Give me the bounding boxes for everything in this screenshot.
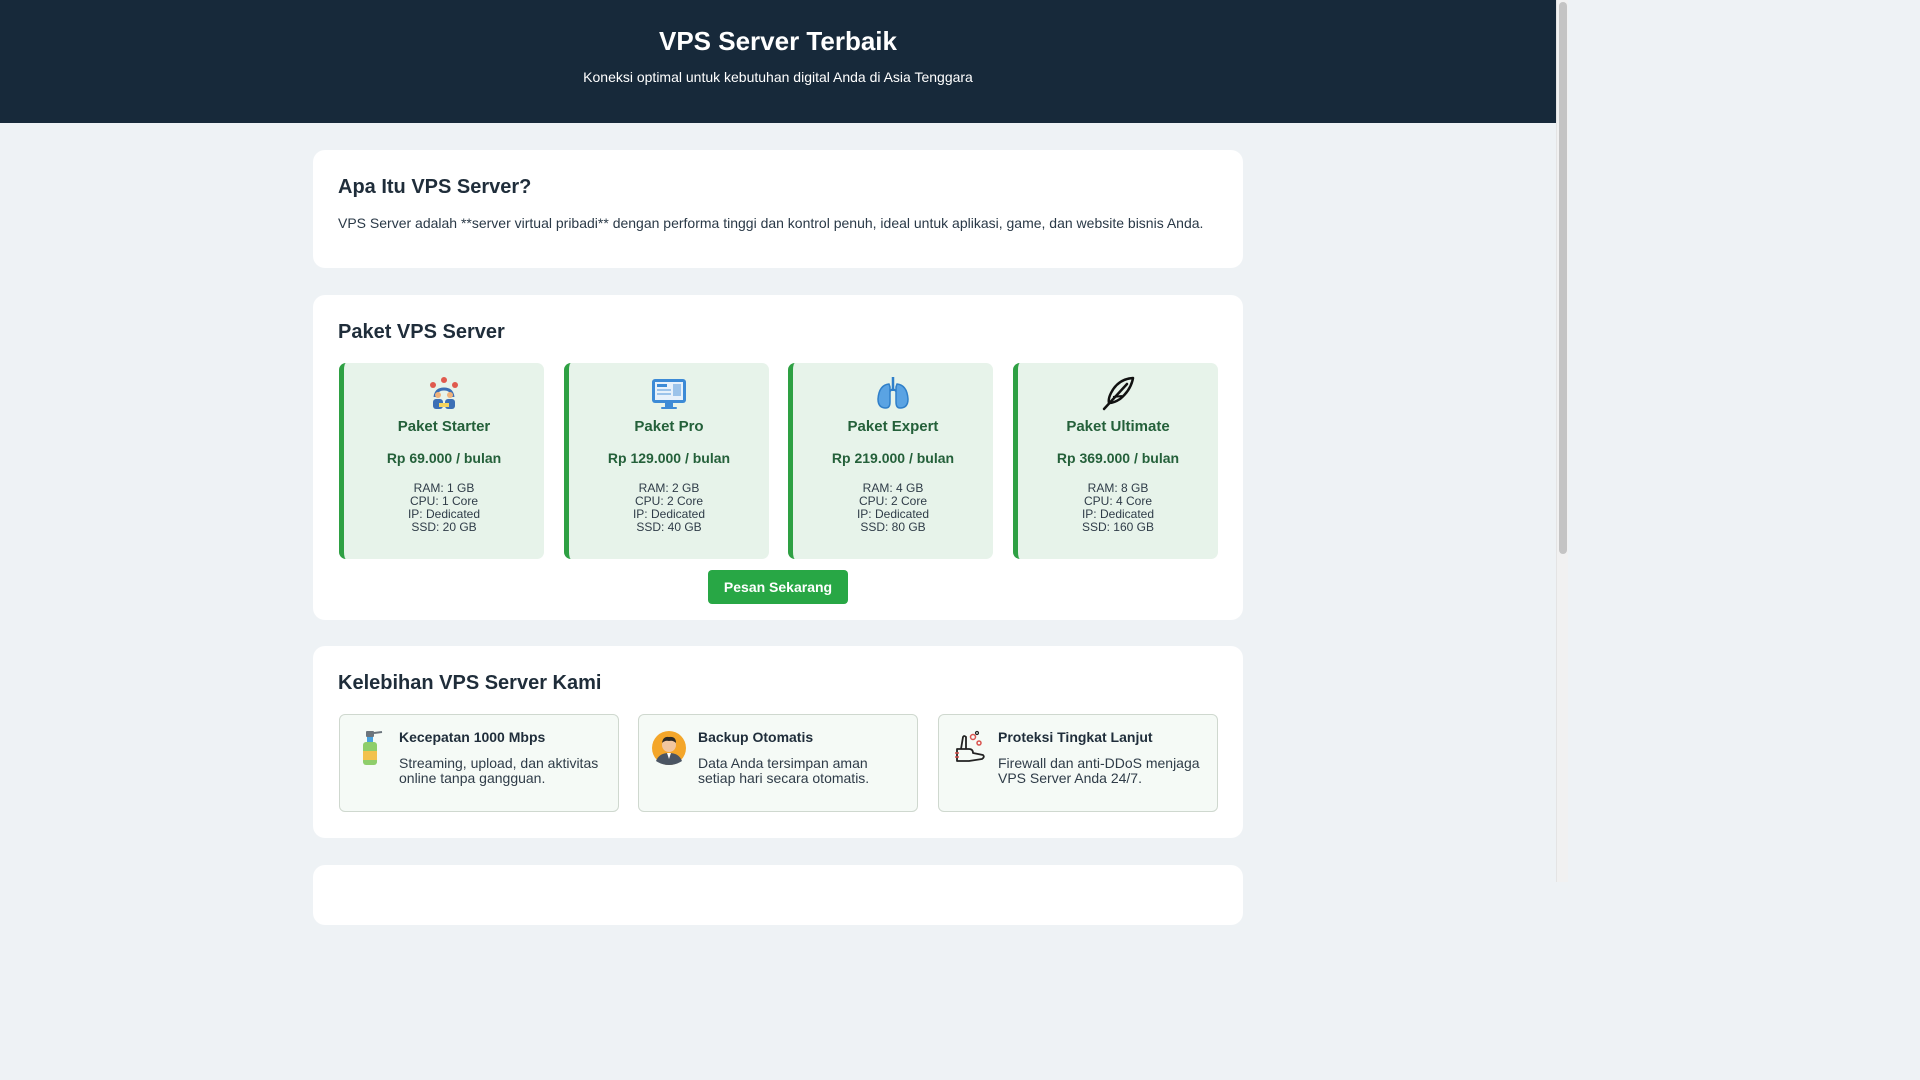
- feather-icon: [1018, 375, 1218, 411]
- feature-description: Data Anda tersimpan aman setiap hari sec…: [698, 755, 870, 786]
- feature-description: Firewall dan anti-DDoS menjaga VPS Serve…: [998, 755, 1200, 786]
- plan-name: Paket Pro: [634, 418, 704, 435]
- intro-heading: Apa Itu VPS Server?: [338, 176, 532, 198]
- spray-bottle-icon: [352, 729, 388, 767]
- plans-heading: Paket VPS Server: [338, 321, 505, 343]
- site-header: VPS Server Terbaik Koneksi optimal untuk…: [0, 0, 1556, 123]
- team-people-icon: [344, 375, 544, 411]
- plan-name: Paket Ultimate: [1066, 418, 1170, 435]
- plan-card-ultimate[interactable]: Paket Ultimate Rp 369.000 / bulan RAM: 8…: [1013, 363, 1218, 559]
- order-now-button[interactable]: Pesan Sekarang: [708, 570, 848, 604]
- plans-section: Paket VPS Server Paket Starter Rp 69.000…: [313, 295, 1243, 620]
- plan-card-pro[interactable]: Paket Pro Rp 129.000 / bulan RAM: 2 GB C…: [564, 363, 769, 559]
- plan-specs: RAM: 1 GB CPU: 1 Core IP: Dedicated SSD:…: [344, 482, 544, 534]
- next-section: [313, 865, 1243, 925]
- plan-name: Paket Expert: [847, 418, 939, 435]
- page-subtitle: Koneksi optimal untuk kebutuhan digital …: [583, 69, 973, 85]
- plan-specs: RAM: 8 GB CPU: 4 Core IP: Dedicated SSD:…: [1018, 482, 1218, 534]
- page-scrollbar[interactable]: [1556, 0, 1568, 882]
- plan-list: Paket Starter Rp 69.000 / bulan RAM: 1 G…: [339, 363, 1218, 559]
- plan-spec-ssd: SSD: 80 GB: [860, 520, 926, 534]
- feature-card-speed: Kecepatan 1000 Mbps Streaming, upload, d…: [339, 714, 619, 812]
- lungs-icon: [793, 375, 993, 411]
- plan-card-starter[interactable]: Paket Starter Rp 69.000 / bulan RAM: 1 G…: [339, 363, 544, 559]
- plan-name: Paket Starter: [397, 418, 491, 435]
- features-section: Kelebihan VPS Server Kami Kecepatan 1000…: [313, 646, 1243, 838]
- plan-price: Rp 219.000 / bulan: [831, 450, 955, 466]
- plan-spec-ssd: SSD: 160 GB: [1081, 520, 1155, 534]
- page-title: VPS Server Terbaik: [659, 26, 897, 56]
- person-avatar-icon: [651, 729, 687, 767]
- feature-card-backup: Backup Otomatis Data Anda tersimpan aman…: [638, 714, 918, 812]
- plan-card-expert[interactable]: Paket Expert Rp 219.000 / bulan RAM: 4 G…: [788, 363, 993, 559]
- plan-price: Rp 69.000 / bulan: [386, 450, 502, 466]
- plan-specs: RAM: 4 GB CPU: 2 Core IP: Dedicated SSD:…: [793, 482, 993, 534]
- monitor-icon: [569, 375, 769, 411]
- intro-text: VPS Server adalah **server virtual priba…: [338, 215, 1204, 231]
- plan-specs: RAM: 2 GB CPU: 2 Core IP: Dedicated SSD:…: [569, 482, 769, 534]
- feature-title: Backup Otomatis: [698, 729, 814, 745]
- feature-description: Streaming, upload, dan aktivitas online …: [399, 755, 599, 786]
- features-heading: Kelebihan VPS Server Kami: [338, 672, 602, 694]
- feature-title: Proteksi Tingkat Lanjut: [998, 729, 1153, 745]
- intro-section: Apa Itu VPS Server? VPS Server adalah **…: [313, 150, 1243, 268]
- feature-card-protection: Proteksi Tingkat Lanjut Firewall dan ant…: [938, 714, 1218, 812]
- plan-spec-ssd: SSD: 20 GB: [411, 520, 477, 534]
- hand-washing-icon: [951, 729, 987, 767]
- plan-price: Rp 129.000 / bulan: [607, 450, 731, 466]
- plan-price: Rp 369.000 / bulan: [1056, 450, 1180, 466]
- scrollbar-thumb[interactable]: [1559, 2, 1567, 554]
- plan-spec-ssd: SSD: 40 GB: [636, 520, 702, 534]
- feature-title: Kecepatan 1000 Mbps: [399, 729, 546, 745]
